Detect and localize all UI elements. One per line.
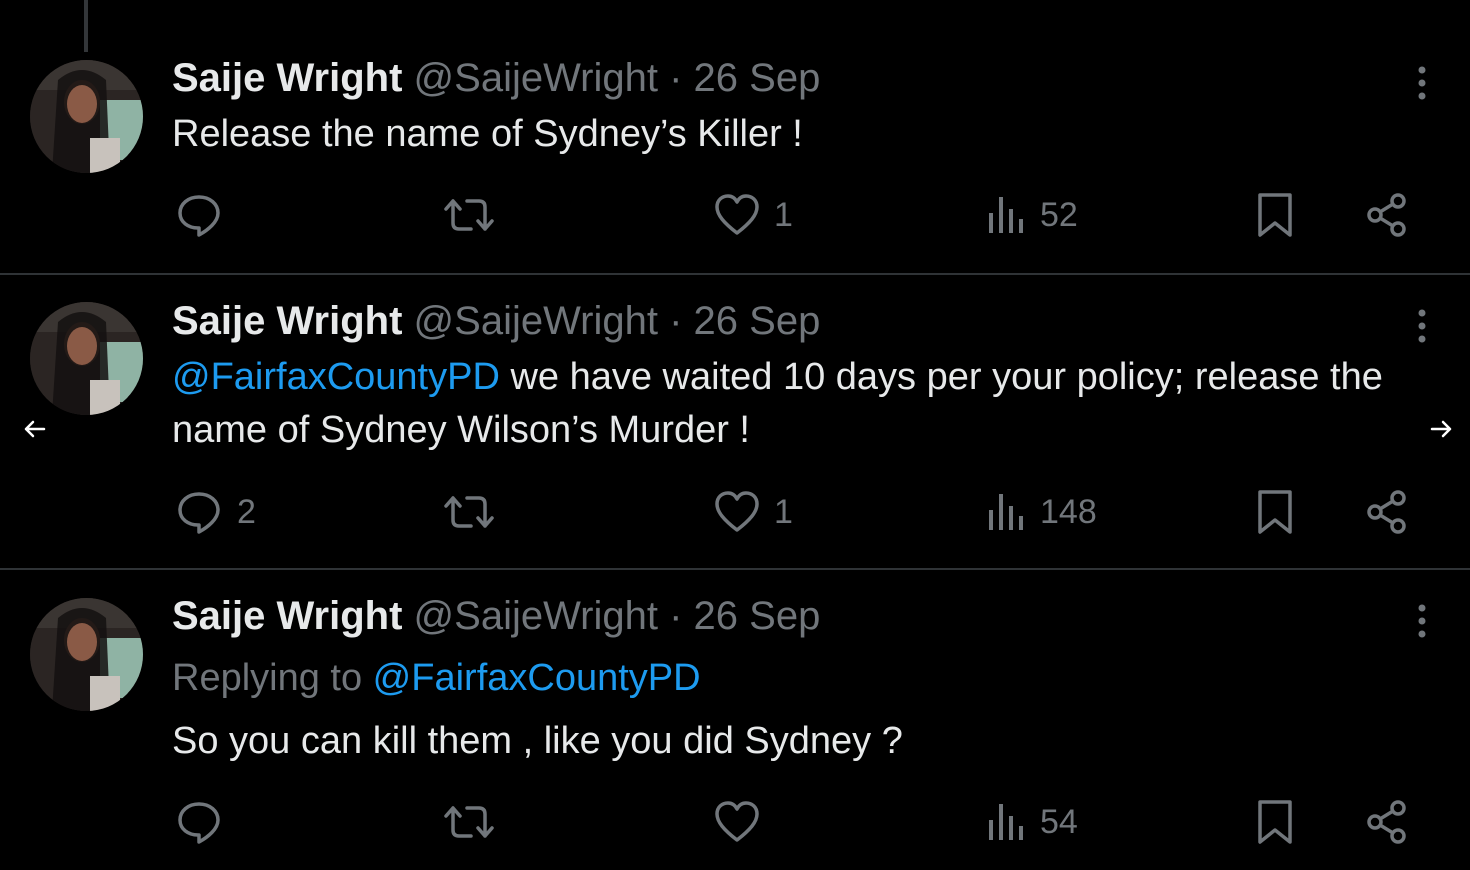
views-button[interactable]: 52 bbox=[986, 190, 1078, 240]
views-bar-chart-icon bbox=[989, 197, 1023, 233]
display-name[interactable]: Saije Wright bbox=[172, 299, 402, 343]
share-icon bbox=[1367, 490, 1406, 534]
separator-dot: · bbox=[669, 594, 683, 638]
tweet-header: Saije Wright @SaijeWright · 26 Sep bbox=[172, 54, 820, 102]
repost-icon bbox=[444, 496, 494, 528]
bookmark-icon bbox=[1258, 800, 1292, 844]
reply-icon bbox=[178, 492, 220, 534]
repost-icon bbox=[444, 806, 494, 838]
share-icon bbox=[1367, 800, 1406, 844]
reply-button[interactable] bbox=[175, 190, 237, 240]
tweet-date[interactable]: 26 Sep bbox=[694, 594, 821, 638]
display-name[interactable]: Saije Wright bbox=[172, 594, 402, 638]
tweet-actions: 1 52 bbox=[0, 190, 1470, 240]
tweet-header: Saije Wright @SaijeWright · 26 Sep bbox=[172, 592, 820, 640]
reply-count: 2 bbox=[237, 492, 256, 531]
tweet-date[interactable]: 26 Sep bbox=[694, 56, 821, 100]
share-button[interactable] bbox=[1365, 797, 1409, 847]
repost-button[interactable] bbox=[443, 487, 509, 537]
tweet-text: Release the name of Sydney’s Killer ! bbox=[172, 113, 803, 155]
tweet-text: @FairfaxCountyPD we have waited 10 days … bbox=[172, 351, 1412, 457]
more-vertical-icon bbox=[1418, 604, 1426, 638]
mention-link[interactable]: @FairfaxCountyPD bbox=[373, 657, 701, 699]
reply-button[interactable] bbox=[175, 797, 237, 847]
views-button[interactable]: 54 bbox=[986, 797, 1078, 847]
share-icon bbox=[1367, 193, 1406, 237]
replying-to-line: Replying to @FairfaxCountyPD bbox=[172, 654, 701, 702]
like-button[interactable]: 1 bbox=[714, 487, 793, 537]
separator-dot: · bbox=[669, 56, 683, 100]
replying-to-label: Replying to bbox=[172, 657, 373, 699]
heart-icon bbox=[715, 801, 759, 842]
views-bar-chart-icon bbox=[989, 494, 1023, 530]
view-count: 52 bbox=[1040, 195, 1078, 234]
more-options-button[interactable] bbox=[1410, 602, 1434, 642]
tweet-text: So you can kill them , like you did Sydn… bbox=[172, 720, 903, 762]
heart-icon bbox=[715, 491, 759, 532]
share-button[interactable] bbox=[1365, 190, 1409, 240]
views-button[interactable]: 148 bbox=[986, 487, 1097, 537]
more-options-button[interactable] bbox=[1410, 64, 1434, 104]
share-button[interactable] bbox=[1365, 487, 1409, 537]
user-handle[interactable]: @SaijeWright bbox=[414, 56, 658, 100]
bookmark-icon bbox=[1258, 490, 1292, 534]
tweet-date[interactable]: 26 Sep bbox=[694, 299, 821, 343]
view-count: 148 bbox=[1040, 492, 1097, 531]
more-options-button[interactable] bbox=[1410, 307, 1434, 347]
next-arrow-button[interactable] bbox=[1426, 414, 1456, 444]
mention-link[interactable]: @FairfaxCountyPD bbox=[172, 356, 500, 398]
repost-icon bbox=[444, 199, 494, 231]
reply-icon bbox=[178, 195, 220, 237]
tweet-2[interactable]: Saije Wright @SaijeWright · 26 Sep @Fair… bbox=[0, 275, 1470, 570]
separator-dot: · bbox=[669, 299, 683, 343]
display-name[interactable]: Saije Wright bbox=[172, 56, 402, 100]
bookmark-button[interactable] bbox=[1256, 190, 1294, 240]
like-button[interactable]: 1 bbox=[714, 190, 793, 240]
repost-button[interactable] bbox=[443, 190, 509, 240]
tweet-3[interactable]: Saije Wright @SaijeWright · 26 Sep Reply… bbox=[0, 570, 1470, 870]
repost-button[interactable] bbox=[443, 797, 509, 847]
tweet-header: Saije Wright @SaijeWright · 26 Sep bbox=[172, 297, 820, 345]
bookmark-button[interactable] bbox=[1256, 487, 1294, 537]
like-count: 1 bbox=[774, 492, 793, 531]
reply-button[interactable]: 2 bbox=[175, 487, 256, 537]
arrow-left-icon bbox=[24, 420, 46, 438]
more-vertical-icon bbox=[1418, 309, 1426, 343]
heart-icon bbox=[715, 194, 759, 235]
views-bar-chart-icon bbox=[989, 804, 1023, 840]
previous-arrow-button[interactable] bbox=[20, 414, 50, 444]
view-count: 54 bbox=[1040, 802, 1078, 841]
avatar[interactable] bbox=[30, 60, 143, 173]
bookmark-button[interactable] bbox=[1256, 797, 1294, 847]
like-button[interactable] bbox=[714, 797, 774, 847]
bookmark-icon bbox=[1258, 193, 1292, 237]
avatar[interactable] bbox=[30, 598, 143, 711]
tweet-actions: 54 bbox=[0, 797, 1470, 847]
tweet-1[interactable]: Saije Wright @SaijeWright · 26 Sep Relea… bbox=[0, 0, 1470, 275]
reply-icon bbox=[178, 802, 220, 844]
user-handle[interactable]: @SaijeWright bbox=[414, 299, 658, 343]
user-handle[interactable]: @SaijeWright bbox=[414, 594, 658, 638]
more-vertical-icon bbox=[1418, 66, 1426, 100]
avatar[interactable] bbox=[30, 302, 143, 415]
tweet-actions: 2 1 148 bbox=[0, 487, 1470, 537]
arrow-right-icon bbox=[1430, 420, 1452, 438]
like-count: 1 bbox=[774, 195, 793, 234]
